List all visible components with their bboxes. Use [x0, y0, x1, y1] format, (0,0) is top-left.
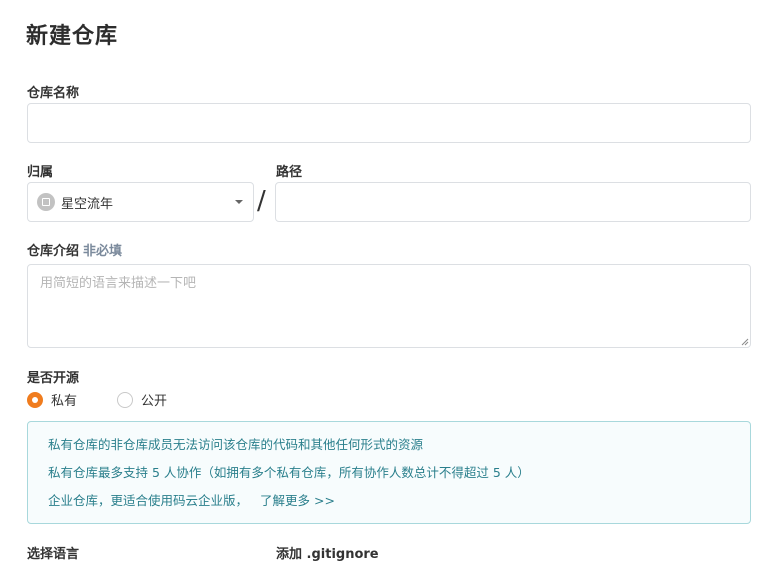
- notice-line-enterprise: 企业仓库，更适合使用码云企业版， 了解更多 >>: [48, 492, 730, 510]
- description-label: 仓库介绍 非必填: [27, 240, 122, 259]
- owner-select[interactable]: 星空流年: [27, 182, 254, 222]
- open-source-label: 是否开源: [27, 371, 80, 386]
- radio-public-label: 公开: [141, 394, 168, 409]
- learn-more-link[interactable]: 了解更多 >>: [260, 493, 335, 508]
- resize-grip-icon[interactable]: [741, 338, 749, 346]
- radio-checked-icon[interactable]: [27, 391, 43, 408]
- private-repo-notice: 私有仓库的非仓库成员无法访问该仓库的代码和其他任何形式的资源 私有仓库最多支持 …: [27, 421, 751, 524]
- language-label: 选择语言: [27, 547, 80, 562]
- path-label: 路径: [276, 165, 303, 180]
- radio-private[interactable]: 私有: [27, 390, 77, 409]
- description-label-text: 仓库介绍: [27, 244, 80, 259]
- avatar: [37, 193, 55, 211]
- owner-selected-value: 星空流年: [61, 196, 114, 212]
- description-textarea[interactable]: [27, 264, 751, 348]
- owner-label: 归属: [27, 165, 54, 180]
- visibility-radio-group: 私有 公开: [27, 390, 207, 409]
- repo-name-label: 仓库名称: [27, 86, 80, 101]
- notice-line: 私有仓库最多支持 5 人协作（如拥有多个私有仓库，所有协作人数总计不得超过 5 …: [48, 465, 530, 480]
- radio-public[interactable]: 公开: [117, 390, 167, 409]
- repo-name-input[interactable]: [27, 103, 751, 143]
- optional-hint: 非必填: [83, 244, 123, 259]
- path-separator: /: [257, 186, 266, 216]
- radio-private-label: 私有: [51, 394, 78, 409]
- page-title: 新建仓库: [26, 24, 119, 49]
- path-input[interactable]: [275, 182, 751, 222]
- repo-icon: [42, 198, 50, 206]
- radio-unchecked-icon[interactable]: [117, 391, 134, 408]
- caret-down-icon: [235, 200, 243, 204]
- gitignore-label: 添加 .gitignore: [276, 547, 379, 562]
- notice-line-text: 企业仓库，更适合使用码云企业版，: [48, 493, 249, 508]
- notice-line: 私有仓库的非仓库成员无法访问该仓库的代码和其他任何形式的资源: [48, 437, 424, 452]
